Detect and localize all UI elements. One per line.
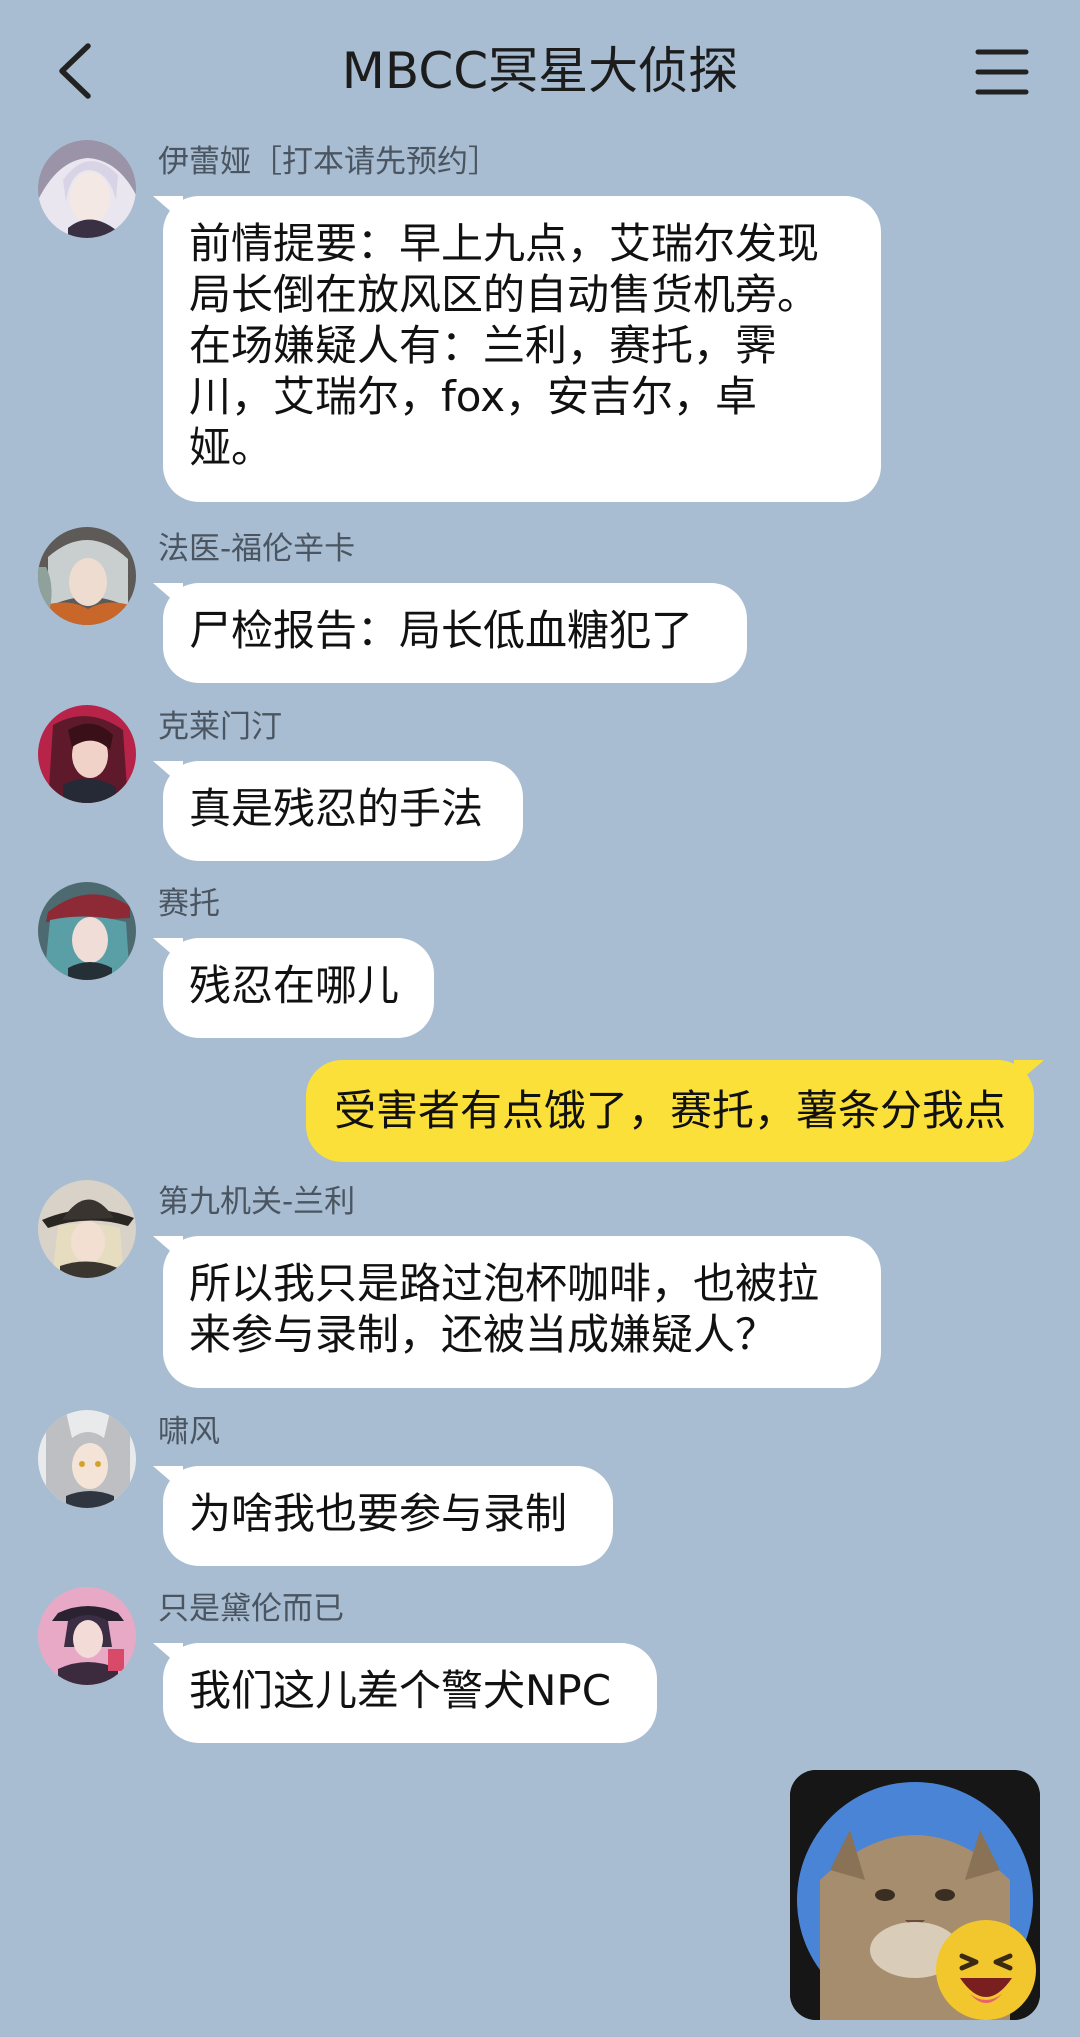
avatar[interactable] [38,1180,136,1278]
menu-button[interactable] [972,44,1032,100]
avatar[interactable] [38,705,136,803]
sender-name: 赛托 [158,886,220,922]
avatar[interactable] [38,140,136,238]
message-bubble[interactable]: 所以我只是路过泡杯咖啡，也被拉 来参与录制，还被当成嫌疑人？ [163,1236,881,1388]
message-bubble[interactable]: 残忍在哪儿 [163,938,434,1038]
message-bubble[interactable]: 为啥我也要参与录制 [163,1466,613,1566]
message-bubble[interactable]: 我们这儿差个警犬NPC [163,1643,657,1743]
message-bubble[interactable]: 尸检报告：局长低血糖犯了 [163,583,747,683]
chat-title: MBCC冥星大侦探 [341,42,739,100]
avatar[interactable] [38,527,136,625]
hamburger-menu-icon [975,49,1029,95]
avatar[interactable] [38,1587,136,1685]
avatar[interactable] [38,1410,136,1508]
chat-header: MBCC冥星大侦探 [0,0,1080,140]
message-bubble[interactable]: 前情提要：早上九点，艾瑞尔发现 局长倒在放风区的自动售货机旁。 在场嫌疑人有：兰… [163,196,881,502]
sender-name: 伊蕾娅［打本请先预约］ [158,144,499,180]
sender-name: 第九机关-兰利 [158,1184,356,1220]
my-message-bubble[interactable]: 受害者有点饿了，赛托，薯条分我点 [305,1060,1034,1162]
sender-name: 克莱门汀 [158,709,282,745]
cat-laughing-sticker[interactable] [790,1770,1040,2020]
sender-name: 啸风 [158,1414,220,1450]
avatar[interactable] [38,882,136,980]
sender-name: 只是黛伦而已 [158,1591,344,1627]
message-bubble[interactable]: 真是残忍的手法 [163,761,523,861]
sender-name: 法医-福伦辛卡 [158,531,356,567]
